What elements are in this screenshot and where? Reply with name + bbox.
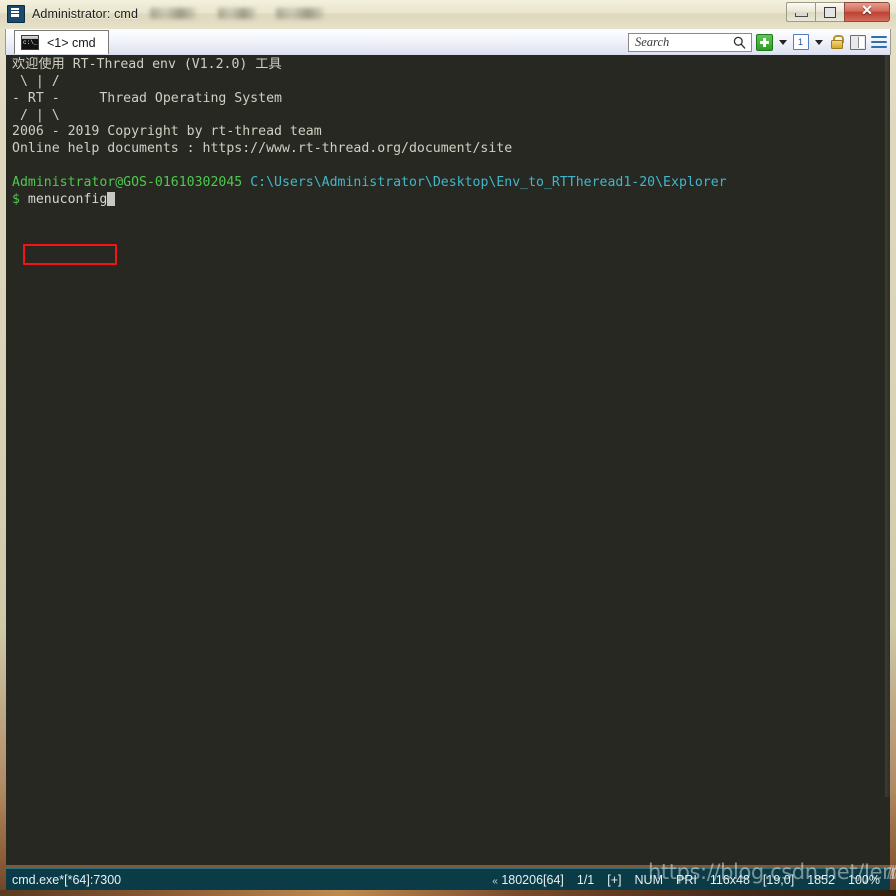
- panes-icon: 1: [792, 34, 809, 50]
- status-buffer-lines: 1852: [807, 872, 836, 887]
- redacted-title-segment-2: [218, 7, 256, 19]
- status-num-lock: NUM: [634, 872, 663, 887]
- status-pri-flag: PRI: [675, 872, 697, 887]
- panes-dropdown[interactable]: [813, 34, 824, 51]
- panel-button[interactable]: [849, 34, 866, 51]
- banner-line-3: - RT - Thread Operating System: [12, 90, 282, 106]
- close-button[interactable]: ✕: [844, 2, 890, 22]
- scrollbar-thumb[interactable]: [885, 55, 890, 797]
- status-tab-count: 1/1: [576, 872, 595, 887]
- status-plus-flag: [+]: [607, 872, 622, 887]
- plus-icon: [756, 33, 773, 51]
- panes-button[interactable]: 1: [792, 34, 809, 51]
- status-grip-icon: «: [492, 875, 498, 887]
- text-cursor: [107, 191, 116, 206]
- console-text: 欢迎使用 RT-Thread env (V1.2.0) 工具 \ | / - R…: [6, 55, 890, 209]
- lock-icon: [830, 35, 844, 49]
- status-console-size: 116x48: [709, 872, 750, 887]
- status-build: 180206[64]: [501, 872, 564, 887]
- minimize-button[interactable]: [786, 2, 815, 22]
- restore-button[interactable]: [815, 2, 844, 22]
- hamburger-menu-icon: [870, 35, 887, 49]
- banner-line-1: 欢迎使用 RT-Thread env (V1.2.0) 工具: [12, 57, 282, 72]
- tab-label: <1> cmd: [47, 35, 96, 50]
- title-bar[interactable]: Administrator: cmd ✕: [0, 0, 896, 27]
- command-line: $ menuconfig: [12, 191, 890, 209]
- redacted-title-segment-1: [150, 7, 196, 19]
- tab-cmd[interactable]: <1> cmd: [14, 30, 109, 54]
- chevron-down-icon: [814, 39, 823, 45]
- prompt-symbol: $: [12, 191, 20, 207]
- prompt-path: C:\Users\Administrator\Desktop\Env_to_RT…: [250, 174, 727, 190]
- redacted-title-segment-3: [276, 7, 324, 19]
- banner-line-6: Online help documents : https://www.rt-t…: [12, 141, 513, 157]
- prompt-user-host: Administrator@GOS-01610302045: [12, 174, 243, 190]
- banner-line-5: 2006 - 2019 Copyright by rt-thread team: [12, 124, 322, 140]
- cmd-icon: [21, 35, 39, 50]
- search-box[interactable]: [628, 32, 752, 52]
- status-process-info: cmd.exe*[*64]:7300: [12, 872, 122, 887]
- banner-line-2: \ | /: [12, 73, 60, 89]
- window-title: Administrator: cmd: [32, 7, 324, 21]
- search-icon[interactable]: [731, 34, 748, 51]
- window-title-text: Administrator: cmd: [32, 6, 138, 21]
- status-bar: cmd.exe*[*64]:7300 « 180206[64] 1/1 [+] …: [6, 868, 890, 890]
- search-input[interactable]: [635, 34, 731, 50]
- conemu-window: Administrator: cmd ✕ <1> cmd: [0, 0, 896, 896]
- annotation-rectangle-menuconfig: [23, 244, 117, 265]
- menu-button[interactable]: [870, 34, 887, 51]
- desktop-bleed: [0, 890, 896, 896]
- console-scrollbar[interactable]: [885, 55, 890, 865]
- new-console-dropdown[interactable]: [777, 34, 788, 51]
- typed-command: menuconfig: [27, 191, 108, 207]
- panel-icon: [849, 34, 866, 50]
- toolbar: 1: [628, 31, 887, 53]
- lock-button[interactable]: [828, 34, 845, 51]
- restore-icon: [824, 6, 836, 18]
- console-output-area[interactable]: 欢迎使用 RT-Thread env (V1.2.0) 工具 \ | / - R…: [6, 55, 890, 865]
- minimize-icon: [794, 12, 808, 17]
- status-cursor-position: [19,0]: [762, 872, 795, 887]
- status-right-group: « 180206[64] 1/1 [+] NUM PRI 116x48 [19,…: [492, 873, 880, 887]
- tab-strip: <1> cmd 1: [5, 29, 891, 55]
- close-icon: ✕: [861, 4, 873, 19]
- console-app-icon: [7, 4, 25, 23]
- chevron-down-icon: [778, 39, 787, 45]
- banner-line-4: / | \: [12, 107, 60, 123]
- window-controls: ✕: [786, 2, 890, 23]
- new-console-button[interactable]: [756, 33, 773, 51]
- status-zoom-level: 100%: [848, 872, 880, 887]
